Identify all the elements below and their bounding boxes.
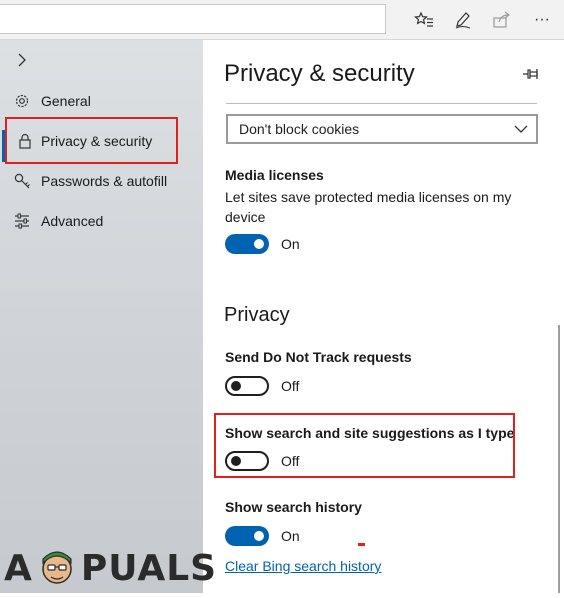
browser-toolbar: ··· [0,0,564,40]
chevron-down-icon [514,122,528,136]
do-not-track-state: Off [281,378,300,394]
pen-icon[interactable] [451,8,475,32]
clear-bing-history-link[interactable]: Clear Bing search history [225,558,381,574]
more-icon[interactable]: ··· [530,8,554,32]
divider [226,103,537,104]
highlight-box-privacy-nav [5,117,178,164]
do-not-track-label: Send Do Not Track requests [225,349,412,365]
share-icon[interactable] [490,8,514,32]
media-licenses-toggle[interactable] [225,234,269,254]
search-history-state: On [281,528,300,544]
favorites-star-icon[interactable] [412,8,436,32]
address-bar[interactable] [0,4,386,34]
settings-sidebar: General Privacy & security Passwords & a… [0,40,203,593]
mascot-logo-icon [35,547,79,589]
media-licenses-label: Media licenses [225,167,324,183]
key-icon [13,172,31,190]
sidebar-item-advanced[interactable]: Advanced [0,201,203,241]
toggle-knob [254,531,264,541]
search-history-toggle[interactable] [225,526,269,546]
media-licenses-description: Let sites save protected media licenses … [225,189,512,225]
pin-icon[interactable] [521,64,541,84]
toggle-knob [231,381,241,391]
privacy-section-heading: Privacy [224,304,290,326]
sidebar-item-label: General [41,93,91,109]
cookies-select-value: Don't block cookies [239,121,360,137]
sidebar-item-label: Passwords & autofill [41,173,168,189]
media-licenses-state: On [281,236,300,252]
sidebar-item-passwords-autofill[interactable]: Passwords & autofill [0,161,203,201]
gear-icon [13,92,31,110]
search-history-label: Show search history [225,499,362,515]
sliders-icon [13,212,31,230]
watermark-text: PUALS [80,547,218,589]
sidebar-item-general[interactable]: General [0,81,203,121]
toggle-knob [254,239,264,249]
sidebar-item-label: Advanced [41,213,104,229]
settings-pane: Privacy & security Don't block cookies M… [203,40,564,593]
highlight-box-search-suggestions [214,413,515,478]
watermark-letter-a: A [4,547,33,589]
scrollbar[interactable] [558,325,560,593]
do-not-track-toggle[interactable] [225,376,269,396]
red-mark [358,543,365,546]
appuals-watermark: A PUALS [4,547,218,589]
chevron-right-icon[interactable] [14,52,30,68]
page-title: Privacy & security [224,60,415,87]
cookies-select[interactable]: Don't block cookies [226,114,538,144]
